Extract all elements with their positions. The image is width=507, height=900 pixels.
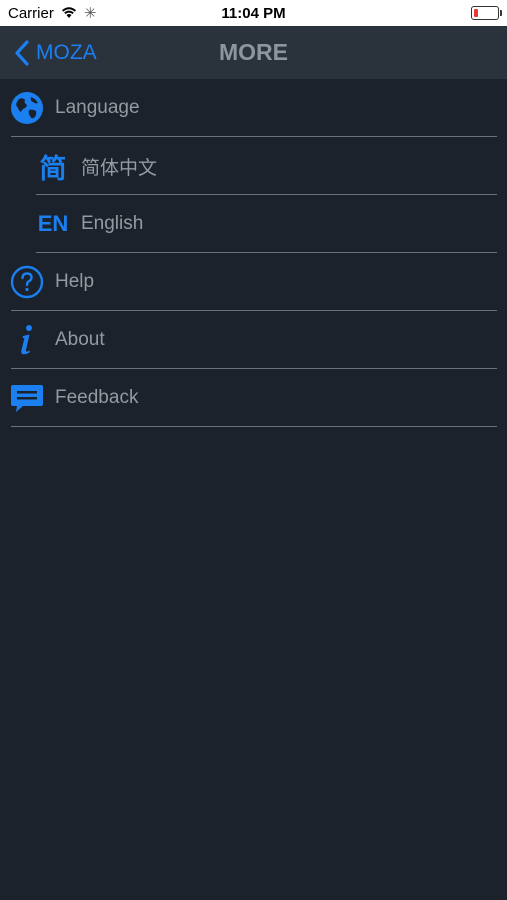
menu-item-label: About: [55, 329, 105, 350]
globe-icon: [10, 91, 44, 125]
question-circle-icon: [10, 265, 44, 299]
menu-item-feedback[interactable]: Feedback: [0, 369, 507, 427]
menu-item-label: Language: [55, 97, 140, 118]
menu-item-about[interactable]: About: [0, 311, 507, 369]
chevron-left-icon: [15, 39, 29, 66]
navigation-bar: MOZA MORE: [0, 26, 507, 79]
status-time: 11:04 PM: [221, 5, 286, 22]
back-label: MOZA: [36, 40, 97, 64]
menu-item-help[interactable]: Help: [0, 253, 507, 311]
chat-bubble-icon: [10, 381, 44, 415]
status-bar: Carrier ✳ 11:04 PM: [0, 0, 507, 26]
menu-item-english[interactable]: EN English: [36, 195, 507, 253]
more-menu: Language 简 简体中文 EN English Help About Fe…: [0, 79, 507, 427]
menu-item-language[interactable]: Language: [0, 79, 507, 137]
en-text-icon: EN: [37, 211, 69, 236]
back-button[interactable]: MOZA: [14, 26, 97, 79]
menu-item-label: Help: [55, 271, 95, 292]
menu-item-simplified-chinese[interactable]: 简 简体中文: [36, 137, 507, 195]
divider: [11, 426, 497, 427]
menu-item-label: Feedback: [55, 387, 139, 408]
chinese-char-icon: 简: [39, 153, 67, 185]
info-icon: [10, 323, 44, 357]
menu-item-label: 简体中文: [81, 157, 158, 179]
battery-icon: [471, 6, 502, 20]
menu-item-label: English: [81, 213, 144, 234]
